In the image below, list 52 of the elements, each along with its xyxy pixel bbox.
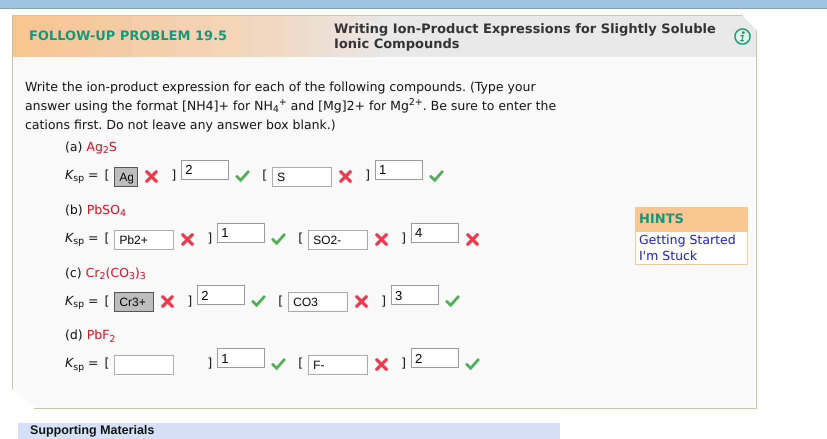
instructions-text: Write the ion-product expression for each of the following compounds. (Type your answer using the format [NH4]+ for NH$_{4}$$^{+}$ and [Mg]2+ for Mg$^{2+}$. Be sure to enter the cations first. Do not leave any answer box blank.) (24, 78, 558, 134)
formula-text: Cr$_{2}$(CO$_{3}$)$_{3}$ (86, 264, 146, 280)
bracket-text: [ (297, 228, 304, 247)
bracket-text: [ (103, 166, 110, 184)
formula-text: PbF$_{2}$ (86, 327, 116, 342)
bracket-text: ] (364, 166, 372, 184)
bracket-text: [ (103, 292, 110, 310)
answer-field[interactable]: Cr3+ (114, 292, 154, 312)
exponent-field[interactable]: 2 (411, 348, 460, 368)
exponent-field[interactable]: 3 (391, 285, 440, 306)
exponent-field[interactable]: 2 (197, 285, 246, 306)
bracket-text: [ (261, 166, 268, 184)
answer-field[interactable]: CO3 (288, 292, 348, 312)
problem-label: FOLLOW-UP PROBLEM 19.5 (28, 28, 228, 46)
answer-field[interactable]: Pb2+ (114, 230, 174, 250)
exponent-field[interactable]: 1 (217, 222, 266, 242)
bracket-text: ] (400, 354, 408, 372)
ksp-label: K$_{sp}$ = (65, 166, 98, 186)
answer-field[interactable]: S (272, 166, 332, 187)
answer-field[interactable] (114, 355, 174, 375)
problem-letter: (b) (65, 202, 83, 217)
bracket-text: [ (103, 354, 110, 372)
bracket-text: [ (297, 354, 304, 372)
ksp-label: K$_{sp}$ = (65, 292, 98, 312)
bracket-text: ] (380, 292, 388, 310)
formula-text: PbSO$_{4}$ (86, 202, 126, 217)
answer-field[interactable]: Ag (114, 166, 138, 187)
bracket-text: ] (186, 292, 194, 310)
bracket-text: ] (400, 228, 408, 247)
bracket-text: ] (170, 166, 178, 184)
answer-field[interactable]: F- (308, 355, 368, 375)
info-icon[interactable] (734, 28, 751, 45)
bracket-text: ] (206, 228, 214, 247)
ksp-label: K$_{sp}$ = (65, 354, 98, 375)
exponent-field[interactable]: 1 (217, 348, 266, 368)
bracket-text: ] (206, 354, 214, 372)
exponent-field[interactable]: 4 (411, 222, 460, 242)
bracket-text: [ (103, 228, 110, 247)
bracket-text: [ (277, 292, 284, 310)
exponent-field[interactable]: 1 (375, 160, 424, 180)
hint-link[interactable]: Getting Started (636, 232, 747, 248)
hints-header: HINTS (636, 208, 747, 232)
problem-title: Writing Ion-Product Expressions for Slightly Soluble Ionic Compounds (334, 22, 717, 52)
problem-letter: (a) (65, 139, 82, 154)
section-header: Supporting Materials (18, 423, 560, 439)
ksp-label: K$_{sp}$ = (65, 228, 98, 250)
exponent-field[interactable]: 2 (181, 160, 230, 180)
problem-letter: (c) (65, 264, 82, 280)
answer-field[interactable]: SO2- (308, 230, 368, 250)
hint-link[interactable]: I'm Stuck (636, 248, 747, 264)
problem-letter: (d) (65, 327, 83, 342)
formula-text: Ag$_{2}$S (86, 139, 117, 154)
